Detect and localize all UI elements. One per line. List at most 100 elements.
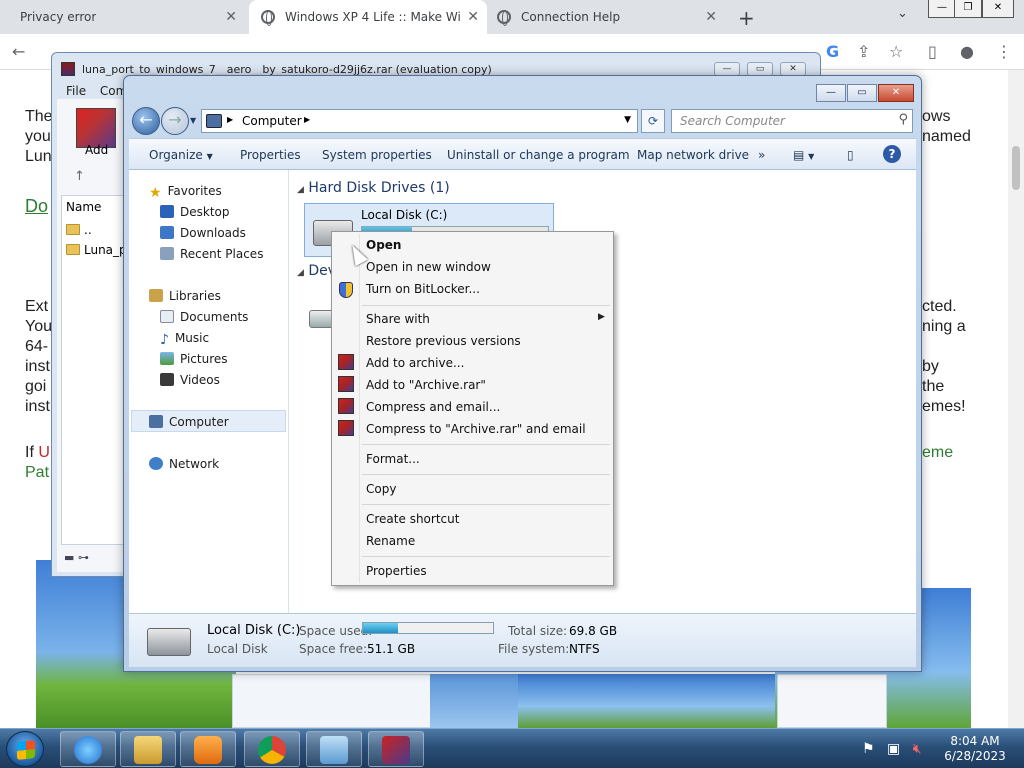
menu-item-compress-email[interactable]: Compress and email... — [366, 400, 500, 414]
nav-libraries[interactable]: Libraries — [149, 289, 221, 303]
google-icon[interactable]: G — [826, 42, 839, 61]
menu-item-share-with[interactable]: Share with — [366, 312, 430, 326]
menu-item-format[interactable]: Format... — [366, 452, 420, 466]
tab-close-icon[interactable]: ✕ — [225, 9, 237, 25]
explorer-maximize-button[interactable]: ▭ — [847, 84, 877, 102]
winrar-menu-file[interactable]: File — [66, 84, 86, 98]
menu-item-compress-rar-email[interactable]: Compress to "Archive.rar" and email — [366, 422, 586, 436]
list-item[interactable]: .. — [66, 223, 92, 237]
nav-recent-places[interactable]: Recent Places — [160, 247, 263, 261]
taskbar-explorer[interactable] — [120, 731, 176, 767]
nav-downloads[interactable]: Downloads — [160, 226, 246, 240]
scrollbar-thumb[interactable] — [1012, 146, 1020, 190]
winrar-column-name[interactable]: Name — [66, 200, 101, 214]
breadcrumb-arrow-icon[interactable]: ▶ — [304, 115, 310, 124]
side-panel-icon[interactable]: ▯ — [928, 42, 937, 61]
collapse-arrow-icon[interactable]: ◢ — [297, 268, 304, 278]
downloads-icon — [160, 226, 174, 239]
taskbar-winrar[interactable] — [368, 731, 424, 767]
search-icon[interactable]: ⚲ — [898, 112, 908, 127]
properties-button[interactable]: Properties — [240, 148, 301, 162]
bookmark-star-icon[interactable]: ☆ — [889, 42, 903, 61]
profile-avatar-icon[interactable]: ● — [960, 42, 974, 61]
breadcrumb-computer[interactable]: Computer — [242, 114, 302, 128]
address-dropdown-icon[interactable]: ▼ — [624, 115, 631, 125]
help-icon[interactable]: ? — [883, 145, 901, 163]
tab-search-chevron-icon[interactable]: ⌄ — [897, 6, 908, 21]
taskbar-media-player[interactable] — [180, 731, 236, 767]
new-tab-button[interactable]: + — [738, 6, 755, 30]
menu-item-open-new-window[interactable]: Open in new window — [366, 260, 491, 274]
nav-favorites[interactable]: ★ Favorites — [149, 184, 222, 201]
breadcrumb-arrow-icon[interactable]: ▶ — [227, 115, 233, 124]
system-clock[interactable]: 8:04 AM 6/28/2023 — [935, 734, 1015, 764]
taskbar-chrome[interactable] — [244, 731, 300, 767]
menu-item-add-to-archive[interactable]: Add to archive... — [366, 356, 464, 370]
nav-computer[interactable]: Computer — [149, 415, 229, 429]
nav-music[interactable]: ♪ Music — [160, 331, 209, 348]
close-button[interactable]: ✕ — [982, 0, 1014, 18]
network-tray-icon[interactable]: ▣ — [887, 741, 900, 757]
menu-item-bitlocker[interactable]: Turn on BitLocker... — [366, 282, 480, 296]
browser-menu-icon[interactable]: ⋮ — [996, 42, 1012, 61]
map-network-drive-button[interactable]: Map network drive — [637, 148, 749, 162]
group-header-hard-disks[interactable]: ◢ Hard Disk Drives (1) — [297, 180, 450, 196]
menu-item-create-shortcut[interactable]: Create shortcut — [366, 512, 459, 526]
taskbar-internet-explorer[interactable] — [60, 731, 116, 767]
nav-documents[interactable]: Documents — [160, 310, 248, 324]
menu-item-rename[interactable]: Rename — [366, 534, 415, 548]
address-bar[interactable]: ▶ Computer ▶ ▼ — [201, 109, 638, 133]
explorer-minimize-button[interactable]: — — [816, 84, 846, 102]
winrar-add-icon[interactable] — [76, 108, 116, 148]
menu-item-restore-versions[interactable]: Restore previous versions — [366, 334, 521, 348]
start-button[interactable] — [6, 731, 44, 767]
minimize-button[interactable]: — — [928, 0, 956, 18]
taskbar-control-panel[interactable] — [306, 731, 362, 767]
system-properties-button[interactable]: System properties — [322, 148, 432, 162]
explorer-close-button[interactable]: ✕ — [878, 84, 914, 102]
tab-privacy-error[interactable]: Privacy error ✕ — [20, 0, 245, 34]
up-arrow-icon[interactable]: ↑ — [74, 169, 85, 184]
tab-windows-xp-4-life[interactable]: Windows XP 4 Life :: Make Windo ✕ — [249, 0, 487, 34]
page-text-fragment: goi — [25, 378, 47, 395]
page-text-fragment[interactable]: eme — [922, 444, 953, 462]
volume-muted-icon[interactable]: 🔇︎ — [913, 741, 922, 757]
nav-videos[interactable]: Videos — [160, 373, 220, 387]
organize-button[interactable]: Organize ▼ — [149, 148, 213, 162]
uninstall-program-button[interactable]: Uninstall or change a program — [447, 148, 630, 162]
page-download-link[interactable]: Do — [25, 196, 48, 217]
folder-icon — [66, 224, 80, 235]
menu-separator — [362, 305, 610, 306]
tab-connection-help[interactable]: Connection Help ✕ — [497, 0, 725, 34]
share-icon[interactable]: ⇪ — [857, 42, 870, 61]
collapse-arrow-icon[interactable]: ◢ — [297, 185, 304, 195]
more-commands-button[interactable]: » — [758, 148, 765, 162]
search-box[interactable]: Search Computer ⚲ — [671, 109, 913, 133]
tab-close-icon[interactable]: ✕ — [467, 9, 479, 25]
view-options-icon[interactable]: ▤ ▼ — [793, 148, 814, 162]
page-scrollbar[interactable] — [1008, 70, 1024, 728]
preview-pane-icon[interactable]: ▯ — [847, 148, 854, 162]
page-text-fragment[interactable]: Pat — [25, 464, 49, 482]
winrar-close-button[interactable]: ✕ — [780, 62, 806, 76]
menu-item-open[interactable]: Open — [366, 238, 401, 252]
nav-desktop[interactable]: Desktop — [160, 205, 230, 219]
menu-item-add-to-archive-rar[interactable]: Add to "Archive.rar" — [366, 378, 486, 392]
nav-network[interactable]: Network — [149, 457, 219, 471]
nav-pictures[interactable]: Pictures — [160, 352, 228, 366]
winrar-maximize-button[interactable]: ▭ — [747, 62, 773, 76]
winrar-minimize-button[interactable]: — — [714, 62, 740, 76]
restore-button[interactable]: ❐ — [954, 0, 982, 18]
action-center-flag-icon[interactable]: ⚑ — [862, 741, 875, 757]
forward-button[interactable]: → — [161, 107, 189, 135]
menu-item-properties[interactable]: Properties — [366, 564, 427, 578]
recent-pages-chevron-icon[interactable]: ▼ — [190, 116, 196, 125]
back-arrow-icon[interactable]: ← — [12, 42, 25, 61]
chevron-down-icon: ▼ — [206, 152, 213, 161]
nav-label: Pictures — [180, 352, 228, 366]
back-button[interactable]: ← — [132, 107, 160, 135]
menu-item-copy[interactable]: Copy — [366, 482, 396, 496]
winrar-add-label[interactable]: Add — [85, 143, 108, 157]
refresh-button[interactable]: ⟳ — [641, 109, 665, 133]
tab-close-icon[interactable]: ✕ — [705, 9, 717, 25]
